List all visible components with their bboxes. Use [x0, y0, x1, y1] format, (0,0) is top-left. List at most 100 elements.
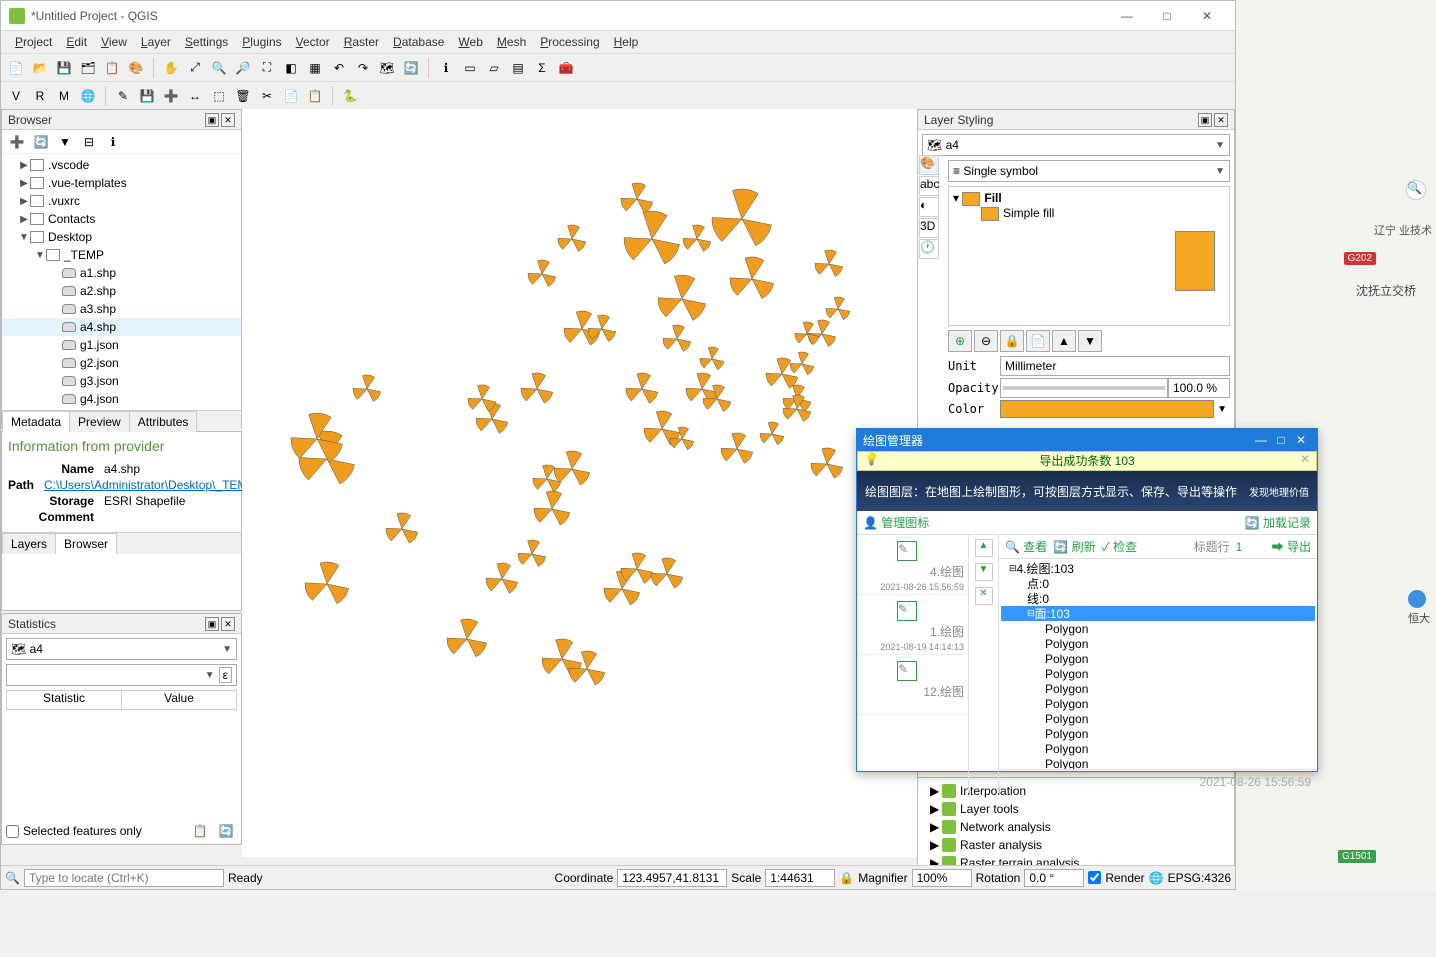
float-close-button[interactable]: ✕	[1291, 433, 1311, 447]
browser-item-a2-shp[interactable]: a2.shp	[2, 282, 241, 300]
panel-close-icon[interactable]: ✕	[1214, 113, 1228, 127]
browser-item--vuxrc[interactable]: ▶.vuxrc	[2, 192, 241, 210]
add-symbol-button[interactable]: ⊕	[948, 330, 972, 352]
cut-icon[interactable]: ✂	[256, 85, 278, 107]
menu-processing[interactable]: Processing	[534, 33, 605, 51]
zoom-full-icon[interactable]: ⛶	[256, 57, 278, 79]
remove-symbol-button[interactable]: ⊖	[974, 330, 998, 352]
stats-refresh-icon[interactable]: 🔄	[215, 820, 237, 842]
masks-tab-icon[interactable]: ◐	[919, 197, 939, 217]
add-raster-icon[interactable]: R	[29, 85, 51, 107]
float-tree-item[interactable]: Polygon	[1001, 681, 1315, 696]
notice-close-icon[interactable]: ✕	[1300, 452, 1310, 466]
view-button[interactable]: 🔍 查看	[1005, 538, 1047, 555]
layout-manager-icon[interactable]: 📋	[101, 57, 123, 79]
epsg-label[interactable]: EPSG:4326	[1168, 871, 1231, 885]
browser-item-a4-shp[interactable]: a4.shp	[2, 318, 241, 336]
browser-tab-preview[interactable]: Preview	[69, 411, 130, 432]
browser-item-a3-shp[interactable]: a3.shp	[2, 300, 241, 318]
paste-icon[interactable]: 📋	[304, 85, 326, 107]
pan-selection-icon[interactable]: ⤢	[184, 57, 206, 79]
float-tree-item[interactable]: 线:0	[1001, 591, 1315, 606]
refresh-button[interactable]: 🔄 刷新	[1053, 538, 1095, 555]
toolbox-icon[interactable]: 🧰	[555, 57, 577, 79]
history-tab-icon[interactable]: 🕐	[919, 239, 939, 259]
browser-item--vue-templates[interactable]: ▶.vue-templates	[2, 174, 241, 192]
move-up-button[interactable]: ▲	[1052, 330, 1076, 352]
browser-item-g3-json[interactable]: g3.json	[2, 372, 241, 390]
python-icon[interactable]: 🐍	[339, 85, 361, 107]
float-maximize-button[interactable]: □	[1271, 433, 1291, 447]
pan-icon[interactable]: ✋	[160, 57, 182, 79]
coord-value[interactable]: 123.4957,41.8131	[617, 869, 727, 887]
float-item[interactable]: ✎1.绘图2021-08-19 14:14:13	[857, 595, 968, 655]
attribute-table-icon[interactable]: ▤	[507, 57, 529, 79]
float-item[interactable]: ✎4.绘图2021-08-26 15:56:59	[857, 535, 968, 595]
copy-icon[interactable]: 📄	[280, 85, 302, 107]
panel-close-icon[interactable]: ✕	[221, 617, 235, 631]
mag-value[interactable]: 100%	[912, 869, 972, 887]
float-tree-item[interactable]: Polygon	[1001, 621, 1315, 636]
zoom-layer-icon[interactable]: ▦	[304, 57, 326, 79]
node-tool-icon[interactable]: ⬚	[208, 85, 230, 107]
browser-item-Contacts[interactable]: ▶Contacts	[2, 210, 241, 228]
panel-undock-icon[interactable]: ▣	[205, 617, 219, 631]
scale-value[interactable]: 1:44631	[765, 869, 835, 887]
browser-item-a1-shp[interactable]: a1.shp	[2, 264, 241, 282]
item-delete-button[interactable]: ✕	[975, 587, 993, 605]
stats-copy-icon[interactable]: 📋	[189, 820, 211, 842]
locator-input[interactable]	[24, 869, 224, 887]
symbol-type-combo[interactable]: ≡ Single symbol▼	[948, 160, 1230, 182]
collapse-icon[interactable]: ⊟	[78, 131, 100, 153]
edit-pencil-icon[interactable]: ✎	[112, 85, 134, 107]
properties-icon[interactable]: ℹ	[102, 131, 124, 153]
3d-tab-icon[interactable]: 3D	[919, 218, 939, 238]
refresh-icon[interactable]: 🔄	[400, 57, 422, 79]
new-map-view-icon[interactable]: 🗺	[376, 57, 398, 79]
unit-combo[interactable]: Millimeter	[1000, 356, 1230, 376]
float-tree[interactable]: ⊟ 4.绘图:103点:0线:0⊟ 面:103PolygonPolygonPol…	[999, 559, 1317, 769]
color-picker[interactable]	[1000, 400, 1214, 418]
dock-tab-layers[interactable]: Layers	[2, 533, 56, 554]
browser-item-_TEMP[interactable]: ▼_TEMP	[2, 246, 241, 264]
menu-database[interactable]: Database	[387, 33, 450, 51]
add-vector-icon[interactable]: V	[5, 85, 27, 107]
browser-item-Desktop[interactable]: ▼Desktop	[2, 228, 241, 246]
identify-icon[interactable]: ℹ	[435, 57, 457, 79]
open-project-icon[interactable]: 📂	[29, 57, 51, 79]
browser-item-g4-json[interactable]: g4.json	[2, 390, 241, 408]
proc-group-layer-tools[interactable]: ▶Layer tools	[922, 800, 1230, 818]
item-down-button[interactable]: ▼	[975, 563, 993, 581]
manage-icons-tab[interactable]: 👤 管理图标	[863, 514, 929, 531]
save-edits-icon[interactable]: 💾	[136, 85, 158, 107]
select-icon[interactable]: ▭	[459, 57, 481, 79]
float-item-list[interactable]: ✎4.绘图2021-08-26 15:56:59✎1.绘图2021-08-19 …	[857, 535, 969, 793]
minimize-button[interactable]: —	[1107, 2, 1147, 30]
browser-item-g2-json[interactable]: g2.json	[2, 354, 241, 372]
selected-features-checkbox[interactable]	[6, 825, 19, 838]
styling-layer-combo[interactable]: 🗺 a4▼	[922, 134, 1230, 156]
zoom-in-icon[interactable]: 🔍	[208, 57, 230, 79]
zoom-out-icon[interactable]: 🔎	[232, 57, 254, 79]
browser-item-g1-json[interactable]: g1.json	[2, 336, 241, 354]
new-project-icon[interactable]: 📄	[5, 57, 27, 79]
menu-mesh[interactable]: Mesh	[491, 33, 532, 51]
panel-undock-icon[interactable]: ▣	[1198, 113, 1212, 127]
float-tree-item[interactable]: ⊟ 4.绘图:103	[1001, 561, 1315, 576]
add-wms-icon[interactable]: 🌐	[77, 85, 99, 107]
lock-symbol-button[interactable]: 🔒	[1000, 330, 1024, 352]
move-down-button[interactable]: ▼	[1078, 330, 1102, 352]
browser-tab-metadata[interactable]: Metadata	[2, 411, 70, 432]
duplicate-symbol-button[interactable]: 📄	[1026, 330, 1050, 352]
labels-tab-icon[interactable]: abc	[919, 176, 939, 196]
float-tree-item[interactable]: Polygon	[1001, 696, 1315, 711]
save-project-icon[interactable]: 💾	[53, 57, 75, 79]
filter-icon[interactable]: ▼	[54, 131, 76, 153]
refresh-browser-icon[interactable]: 🔄	[30, 131, 52, 153]
float-minimize-button[interactable]: —	[1251, 433, 1271, 447]
zoom-last-icon[interactable]: ↶	[328, 57, 350, 79]
export-button[interactable]: ➡ 导出	[1272, 538, 1311, 555]
float-tree-item[interactable]: Polygon	[1001, 711, 1315, 726]
zoom-next-icon[interactable]: ↷	[352, 57, 374, 79]
float-titlebar[interactable]: 绘图管理器 — □ ✕	[857, 429, 1317, 451]
